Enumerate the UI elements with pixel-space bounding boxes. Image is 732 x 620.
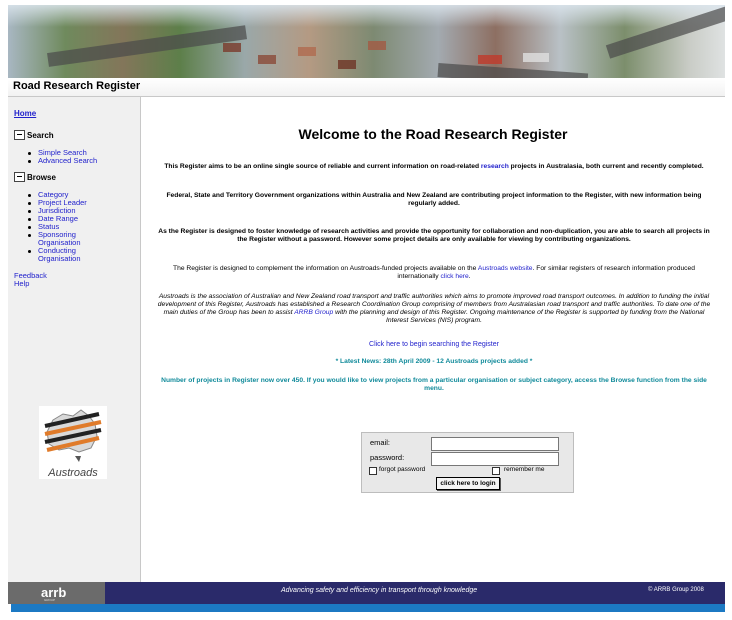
- help-link[interactable]: Help: [14, 280, 29, 288]
- login-box: email: password: forgot password remembe…: [361, 432, 574, 493]
- intro-paragraph: This Register aims to be an online singl…: [164, 163, 704, 170]
- home-link[interactable]: Home: [14, 109, 36, 118]
- research-link[interactable]: research: [481, 163, 509, 170]
- begin-search-link[interactable]: Click here to begin searching the Regist…: [369, 341, 499, 348]
- browse-section-toggle[interactable]: Browse: [14, 172, 56, 182]
- remember-me-checkbox[interactable]: [492, 467, 500, 475]
- email-label: email:: [370, 438, 391, 447]
- search-section-toggle[interactable]: Search: [14, 130, 54, 140]
- browse-conducting-link-line2[interactable]: Organisation: [38, 254, 81, 263]
- begin-search-container: Click here to begin searching the Regist…: [153, 341, 715, 349]
- contributors-paragraph: Federal, State and Territory Government …: [166, 192, 702, 207]
- password-label: password:: [370, 453, 405, 462]
- email-field[interactable]: [431, 437, 559, 451]
- footer-tagline: Advancing safety and efficiency in trans…: [281, 587, 478, 594]
- arrb-group-link[interactable]: ARRB Group: [294, 309, 333, 316]
- access-paragraph: As the Register is designed to foster kn…: [158, 228, 710, 243]
- complement-paragraph: The Register is designed to complement t…: [173, 265, 695, 280]
- login-button[interactable]: click here to login: [436, 477, 500, 490]
- password-field[interactable]: [431, 452, 559, 466]
- site-title-bar: Road Research Register: [8, 78, 725, 97]
- browse-menu: Category Project Leader Jurisdiction Dat…: [28, 191, 87, 263]
- arrb-logo: arrb GROUP: [8, 582, 105, 604]
- project-count-note: Number of projects in Register now over …: [161, 377, 707, 392]
- austroads-wordmark: Austroads: [48, 467, 98, 479]
- advanced-search-link[interactable]: Advanced Search: [38, 156, 97, 165]
- header-banner-image: [8, 5, 725, 78]
- search-menu: Simple Search Advanced Search: [27, 149, 97, 165]
- browse-heading: Browse: [27, 172, 56, 182]
- sidebar: Home Search Simple Search Advanced Searc…: [8, 97, 141, 584]
- austroads-paragraph: Austroads is the association of Australi…: [157, 293, 711, 324]
- australia-map-icon: [44, 409, 102, 462]
- forgot-password-checkbox[interactable]: [369, 467, 377, 475]
- search-heading: Search: [27, 130, 54, 140]
- site-title: Road Research Register: [13, 80, 141, 92]
- footer-copyright: © ARRB Group 2008: [648, 587, 704, 593]
- international-registers-link[interactable]: click here: [441, 273, 469, 280]
- main-content: Welcome to the Road Research Register Th…: [141, 97, 725, 584]
- austroads-logo: Austroads: [39, 406, 107, 479]
- footer-bar: arrb GROUP Advancing safety and efficien…: [8, 582, 725, 604]
- remember-me-label: remember me: [504, 466, 545, 473]
- collapse-icon: [14, 130, 25, 140]
- page-container: Road Research Register Home Search Simpl…: [8, 5, 725, 604]
- arrb-subtext: GROUP: [44, 598, 56, 602]
- austroads-website-link[interactable]: Austroads website: [478, 265, 533, 272]
- page-title: Welcome to the Road Research Register: [298, 126, 568, 142]
- latest-news: * Latest News: 28th April 2009 - 12 Aust…: [335, 358, 533, 365]
- collapse-icon: [14, 172, 25, 182]
- forgot-password-label[interactable]: forgot password: [379, 466, 425, 473]
